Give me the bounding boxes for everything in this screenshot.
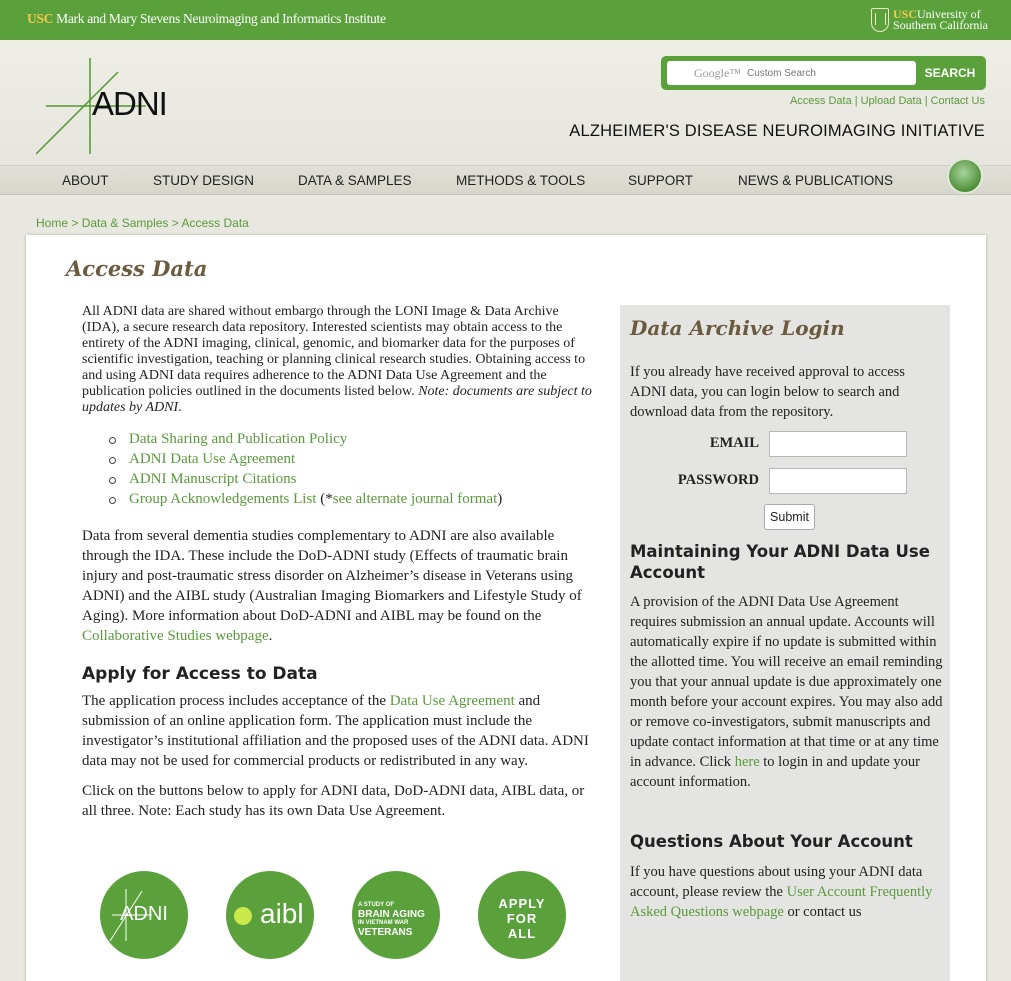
utility-links: Access Data | Upload Data | Contact Us: [789, 95, 985, 107]
nav-item-data-samples[interactable]: DATA & SAMPLES: [298, 173, 412, 188]
breadcrumb: Home > Data & Samples > Access Data: [36, 216, 249, 230]
apply-dod-adni-button[interactable]: A STUDY OF BRAIN AGING IN VIETNAM WAR VE…: [352, 871, 440, 959]
intro-paragraph: All ADNI data are shared without embargo…: [82, 304, 592, 415]
data-sharing-policy-link[interactable]: Data Sharing and Publication Policy: [129, 431, 347, 447]
apply-all-line1: APPLY: [498, 896, 546, 911]
contact-us-link[interactable]: Contact Us: [931, 95, 985, 107]
brain-seal-icon: [947, 158, 983, 194]
breadcrumb-data-samples[interactable]: Data & Samples: [82, 216, 169, 230]
questions-heading: Questions About Your Account: [630, 832, 913, 851]
access-data-link[interactable]: Access Data: [790, 95, 852, 107]
apply-heading: Apply for Access to Data: [82, 664, 318, 684]
group-acknowledgements-link[interactable]: Group Acknowledgements List: [129, 491, 316, 507]
manuscript-citations-link[interactable]: ADNI Manuscript Citations: [129, 471, 296, 487]
breadcrumb-access-data[interactable]: Access Data: [181, 216, 248, 230]
page-title: Access Data: [66, 256, 208, 281]
main-nav: ABOUT STUDY DESIGN DATA & SAMPLES METHOD…: [0, 158, 1011, 195]
list-item: Group Acknowledgements List (*see altern…: [106, 489, 595, 509]
usc-label: USC: [27, 11, 54, 26]
apply-adni-button[interactable]: ADNI: [100, 871, 188, 959]
aibl-dot-icon: [234, 907, 252, 925]
top-bar: USC Mark and Mary Stevens Neuroimaging an…: [0, 0, 1011, 40]
maintain-paragraph: A provision of the ADNI Data Use Agreeme…: [630, 594, 943, 790]
nav-item-study-design[interactable]: STUDY DESIGN: [153, 173, 254, 188]
main-column: All ADNI data are shared without embargo…: [82, 304, 595, 821]
upload-data-link[interactable]: Upload Data: [861, 95, 922, 107]
login-title: Data Archive Login: [630, 316, 845, 340]
list-item: Data Sharing and Publication Policy: [106, 429, 595, 449]
questions-paragraph: If you have questions about using your A…: [630, 864, 933, 920]
site-tagline: ALZHEIMER'S DISEASE NEUROIMAGING INITIAT…: [569, 122, 985, 140]
collaborative-studies-link[interactable]: Collaborative Studies webpage: [82, 628, 269, 644]
login-here-link[interactable]: here: [735, 754, 760, 770]
university-line2: Southern California: [893, 18, 988, 32]
password-field[interactable]: [769, 468, 907, 494]
search-box: Google™ SEARCH: [661, 56, 986, 90]
maintain-heading: Maintaining Your ADNI Data Use Account: [630, 542, 930, 582]
aibl-badge-label: aibl: [260, 898, 304, 929]
adni-badge-label: ADNI: [120, 903, 168, 925]
buttons-instruction: Click on the buttons below to apply for …: [82, 783, 585, 819]
apply-all-line2: FOR: [506, 911, 538, 926]
vet-line4: VETERANS: [358, 927, 413, 938]
login-paragraph: If you already have received approval to…: [630, 364, 905, 420]
document-links: Data Sharing and Publication Policy ADNI…: [106, 429, 595, 509]
apply-all-line3: ALL: [507, 926, 537, 941]
adni-logo-text: ADNI: [92, 85, 168, 122]
alternate-journal-format-link[interactable]: see alternate journal format: [333, 491, 498, 507]
vet-line2: BRAIN AGING: [358, 909, 425, 920]
email-field[interactable]: [769, 431, 907, 457]
apply-aibl-button[interactable]: aibl: [226, 871, 314, 959]
institute-name-link[interactable]: USC Mark and Mary Stevens Neuroimaging an…: [27, 11, 386, 27]
list-item: ADNI Manuscript Citations: [106, 469, 595, 489]
nav-item-support[interactable]: SUPPORT: [628, 173, 693, 188]
email-label: EMAIL: [709, 435, 759, 451]
submit-button[interactable]: Submit: [764, 504, 815, 530]
password-label: PASSWORD: [677, 472, 759, 488]
search-button[interactable]: SEARCH: [919, 61, 981, 85]
content-card: Access Data All ADNI data are shared wit…: [26, 235, 986, 981]
usc-university-logo[interactable]: USCUniversity of Southern California: [871, 6, 988, 34]
list-item: ADNI Data Use Agreement: [106, 449, 595, 469]
google-label: Google™: [694, 66, 742, 80]
breadcrumb-home[interactable]: Home: [36, 216, 68, 230]
dementia-studies-paragraph: Data from several dementia studies compl…: [82, 528, 582, 644]
data-use-agreement-link[interactable]: ADNI Data Use Agreement: [129, 451, 295, 467]
apply-badges: ADNI aibl A STUDY OF BRAIN AGING IN VIET…: [100, 871, 570, 961]
nav-item-methods-tools[interactable]: METHODS & TOOLS: [456, 173, 585, 188]
apply-data-use-agreement-link[interactable]: Data Use Agreement: [390, 693, 515, 709]
site-header: ADNI Google™ SEARCH Access Data|Upload D…: [0, 40, 1011, 165]
apply-for-all-button[interactable]: APPLY FOR ALL: [478, 871, 566, 959]
nav-item-about[interactable]: ABOUT: [62, 173, 109, 188]
sidebar: Data Archive Login If you already have r…: [620, 305, 950, 981]
nav-item-news-publications[interactable]: NEWS & PUBLICATIONS: [738, 173, 893, 188]
usc-seal-icon: [871, 8, 889, 32]
apply-paragraph: The application process includes accepta…: [82, 693, 589, 769]
institute-name: Mark and Mary Stevens Neuroimaging and I…: [56, 11, 386, 26]
